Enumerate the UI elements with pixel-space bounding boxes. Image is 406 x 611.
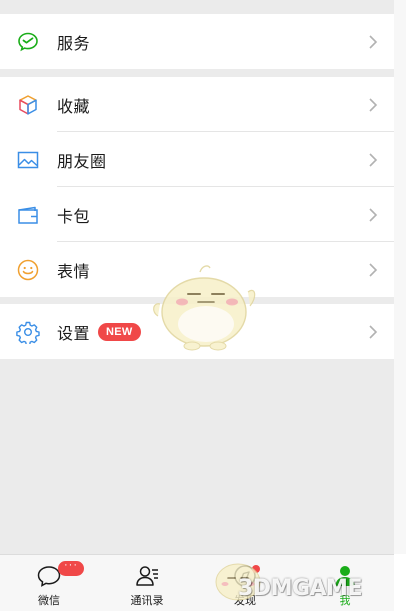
menu-item-services[interactable]: 服务 xyxy=(0,14,394,69)
card-wallet-icon xyxy=(16,203,40,227)
app-screen: 服务 收藏 朋友圈 卡包 表情 设置 NEW ··· 微信 通讯录 发现 我 3… xyxy=(0,0,406,611)
wechat-pay-icon xyxy=(16,30,40,54)
chevron-right-icon xyxy=(369,262,378,277)
menu-item-cards-label: 卡包 xyxy=(57,208,91,226)
mascot-watermark-image xyxy=(153,265,256,351)
site-watermark-text: 3DMGAME xyxy=(238,576,362,601)
smiley-icon xyxy=(16,258,40,282)
chevron-right-icon xyxy=(369,207,378,222)
menu-item-moments[interactable]: 朋友圈 xyxy=(0,132,394,187)
photo-icon xyxy=(16,148,40,172)
tab-chats[interactable]: ··· 微信 xyxy=(0,555,98,611)
gear-icon xyxy=(16,320,40,344)
menu-item-favorites-label: 收藏 xyxy=(57,98,91,116)
contacts-icon xyxy=(136,566,158,586)
menu-item-moments-label: 朋友圈 xyxy=(57,153,107,171)
services-group: 服务 xyxy=(0,14,394,69)
chevron-right-icon xyxy=(369,34,378,49)
me-page-content: 服务 收藏 朋友圈 卡包 表情 设置 NEW xyxy=(0,0,394,554)
tab-label: 通讯录 xyxy=(130,595,164,607)
menu-item-stickers-label: 表情 xyxy=(57,263,91,281)
chevron-right-icon xyxy=(369,324,378,339)
chevron-right-icon xyxy=(369,152,378,167)
menu-item-settings-label: 设置 xyxy=(57,325,91,343)
menu-item-favorites[interactable]: 收藏 xyxy=(0,77,394,132)
menu-item-cards[interactable]: 卡包 xyxy=(0,187,394,242)
menu-item-services-label: 服务 xyxy=(57,35,91,53)
cube-icon xyxy=(16,93,40,117)
tab-label: 微信 xyxy=(38,595,60,607)
chevron-right-icon xyxy=(369,97,378,112)
new-badge: NEW xyxy=(98,322,141,341)
scrollbar-track xyxy=(394,0,406,554)
tab-contacts[interactable]: 通讯录 xyxy=(98,555,196,611)
unread-badge: ··· xyxy=(58,560,84,576)
